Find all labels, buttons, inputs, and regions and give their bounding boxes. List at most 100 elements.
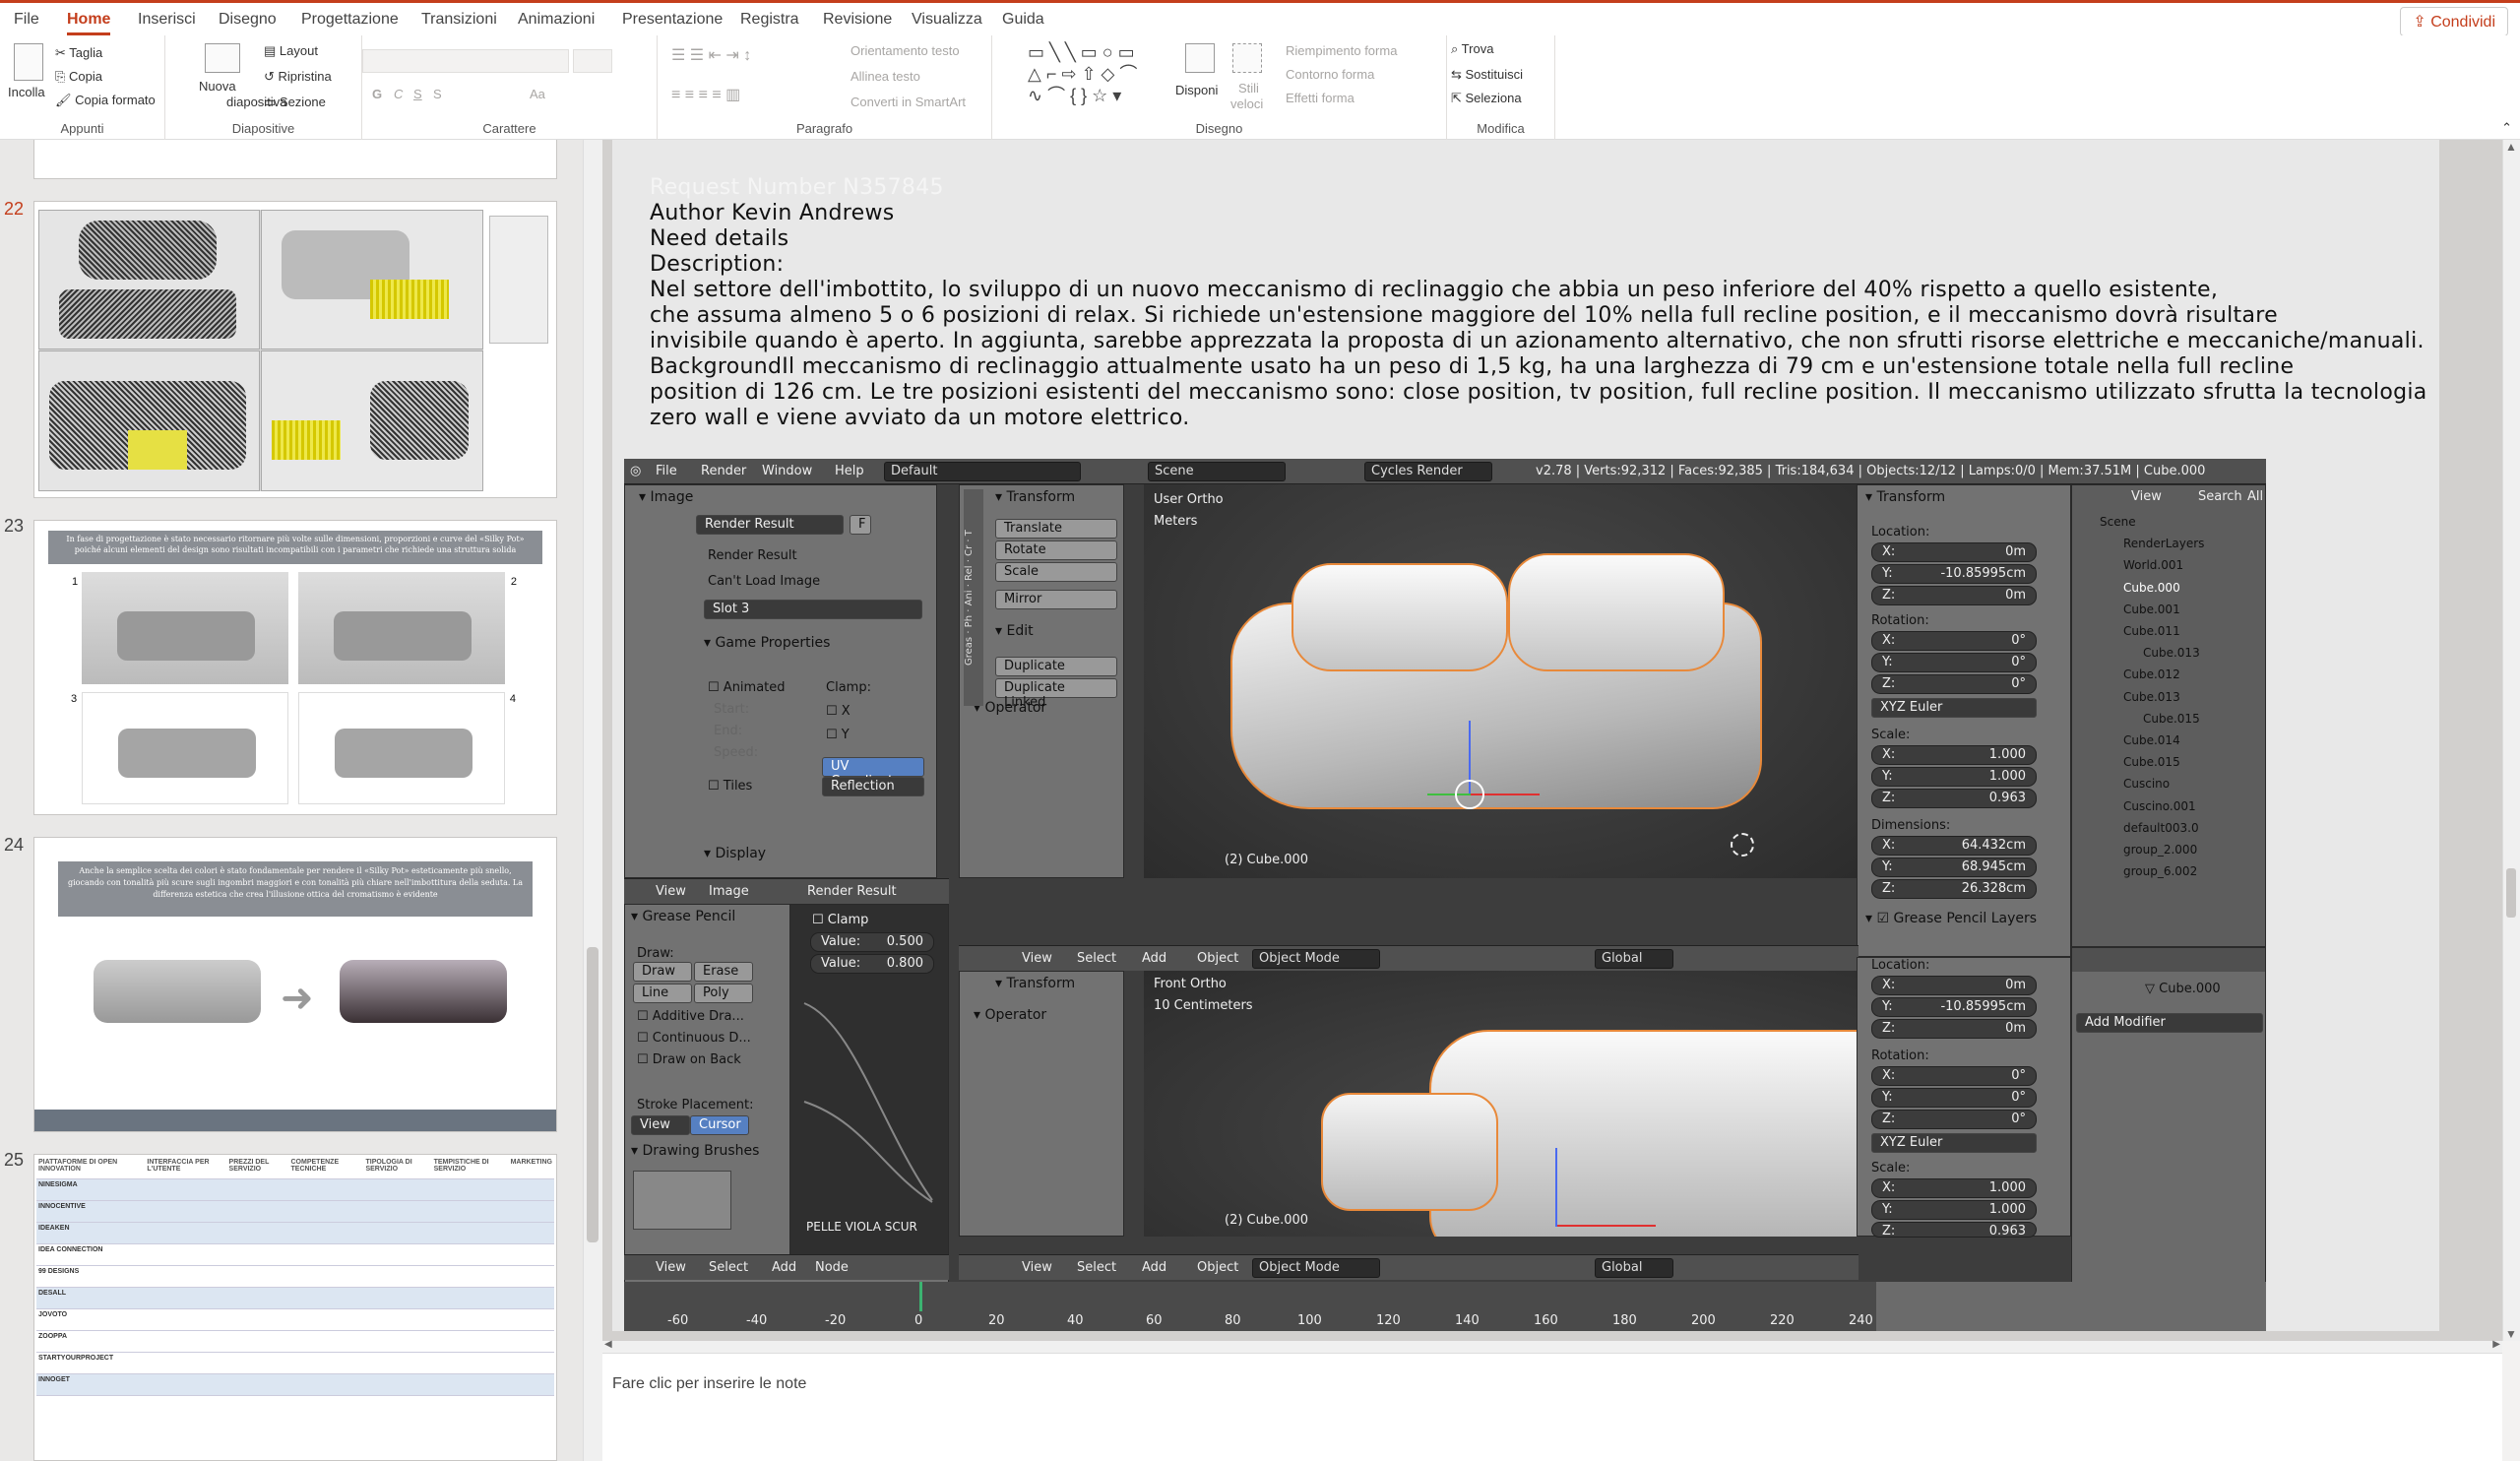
font-size-box[interactable] xyxy=(573,49,612,73)
shape-fill-button[interactable]: Riempimento forma xyxy=(1286,43,1397,58)
slide-thumbnail-25[interactable]: PIATTAFORME DI OPEN INNOVATION INTERFACC… xyxy=(33,1154,557,1461)
new-slide-button[interactable]: Nuova xyxy=(199,79,236,94)
blender-axis-x: X: xyxy=(1882,978,1896,992)
description-line[interactable]: invisibile quando è aperto. In aggiunta,… xyxy=(650,329,2425,353)
thumbnail-scrollbar[interactable] xyxy=(583,140,602,1461)
blender-scale-y-2: Y: 1.000 xyxy=(1871,1200,2037,1220)
blender-end-label: End: xyxy=(714,724,743,738)
scroll-up-icon[interactable]: ▲ xyxy=(2505,140,2517,154)
slide-thumbnail-23[interactable]: In fase di progettazione è stato necessa… xyxy=(33,520,557,815)
background-line[interactable]: position di 126 cm. Le tre posizioni esi… xyxy=(650,380,2427,405)
replace-button[interactable]: ⇆ Sostituisci xyxy=(1451,67,1523,83)
layout-button[interactable]: ▤ Layout xyxy=(264,43,318,59)
share-button[interactable]: ⇪ Condividi xyxy=(2400,7,2508,36)
scroll-down-icon[interactable]: ▼ xyxy=(2505,1327,2517,1341)
collapse-ribbon-icon[interactable]: ⌃ xyxy=(2501,120,2512,136)
blender-axis-x: X: xyxy=(1882,633,1896,648)
notes-placeholder[interactable]: Fare clic per inserire le note xyxy=(612,1375,806,1393)
request-number-text[interactable]: Request Number N357845 xyxy=(650,175,944,200)
blender-engine-field: Cycles Render xyxy=(1364,462,1492,481)
slide-thumbnail-22[interactable] xyxy=(33,201,557,498)
paste-button[interactable]: Incolla xyxy=(8,85,45,99)
blender-gp-continuous: ☐ Continuous D... xyxy=(637,1031,751,1046)
tab-home[interactable]: Home xyxy=(67,11,111,35)
tab-file[interactable]: File xyxy=(14,11,39,29)
need-details-text[interactable]: Need details xyxy=(650,226,788,251)
blender-tool-tab-rel: Rel xyxy=(964,565,975,581)
tab-review[interactable]: Revisione xyxy=(823,11,892,29)
reset-button[interactable]: ↺ Ripristina xyxy=(264,69,332,85)
blender-operator-text-2: Operator xyxy=(984,1007,1047,1023)
sofa-arm-shape xyxy=(1321,1093,1498,1211)
shape-outline-button[interactable]: Contorno forma xyxy=(1286,67,1374,82)
slide-thumbnail-21[interactable] xyxy=(33,140,557,179)
timeline-tick: -20 xyxy=(825,1313,847,1328)
find-button[interactable]: ⌕ Trova xyxy=(1451,41,1493,57)
description-line[interactable]: che assuma almeno 5 o 6 posizioni di rel… xyxy=(650,303,2278,328)
scrollbar-thumb[interactable] xyxy=(2506,868,2516,918)
arrange-button[interactable]: Disponi xyxy=(1175,83,1218,97)
cut-button[interactable]: ✂ Taglia xyxy=(55,45,102,61)
background-line[interactable]: BackgroundIl meccanismo di reclinaggio a… xyxy=(650,354,2294,379)
quick-styles-icon[interactable] xyxy=(1232,43,1262,73)
quick-styles-button-2[interactable]: veloci xyxy=(1230,96,1263,111)
slide-thumbnail-24[interactable]: Anche la semplice scelta dei colori è st… xyxy=(33,837,557,1132)
blender-outliner-tree: Scene RenderLayers World.001 Cube.000 Cu… xyxy=(2072,511,2265,882)
text-direction-button[interactable]: Orientamento testo xyxy=(850,43,960,58)
blender-loc-y-value: -10.85995cm xyxy=(1940,566,2026,581)
shapes-gallery[interactable]: ▭ ╲ ╲ ▭ ○ ▭ △ ⌐ ⇨ ⇧ ◇ ⌒ ∿ ⌒ { } ☆ ▾ xyxy=(1028,41,1166,110)
tab-record[interactable]: Registra xyxy=(740,11,799,29)
blender-screenshot-image[interactable]: ◎ File Render Window Help Default Scene … xyxy=(624,459,2266,1331)
paste-icon[interactable] xyxy=(14,43,43,81)
italic-button[interactable]: C xyxy=(394,87,403,101)
thumb-23-label-3: 3 xyxy=(71,693,78,705)
thumb-22-view-1 xyxy=(38,210,260,349)
smartart-button[interactable]: Converti in SmartArt xyxy=(850,95,966,109)
timeline-tick: -40 xyxy=(746,1313,768,1328)
tab-animations[interactable]: Animazioni xyxy=(518,11,595,29)
underline-button[interactable]: S xyxy=(413,87,422,101)
tab-draw[interactable]: Disegno xyxy=(219,11,277,29)
format-painter-button[interactable]: 🖌 Copia formato xyxy=(55,93,156,108)
blender-gp-stroke-label: Stroke Placement: xyxy=(637,1098,754,1112)
slide-vertical-scrollbar[interactable]: ▲ ▼ xyxy=(2502,140,2520,1341)
notes-pane[interactable]: Fare clic per inserire le note xyxy=(602,1353,2502,1461)
wire-sofa-shape xyxy=(79,221,217,280)
slide-canvas[interactable]: Request Number N357845 Author Kevin Andr… xyxy=(612,140,2439,1331)
blender-axis-x: X: xyxy=(1882,838,1896,853)
arrange-icon[interactable] xyxy=(1185,43,1215,73)
tab-transitions[interactable]: Transizioni xyxy=(421,11,497,29)
shadow-button[interactable]: S xyxy=(433,87,442,101)
copy-button[interactable]: ⎘ Copia xyxy=(55,69,102,85)
select-button[interactable]: ⇱ Seleziona xyxy=(1451,91,1522,106)
tab-design[interactable]: Progettazione xyxy=(301,11,399,29)
outliner-item: Scene xyxy=(2072,511,2265,533)
slide-horizontal-scrollbar[interactable]: ◀ ▶ xyxy=(602,1339,2502,1353)
new-slide-icon[interactable] xyxy=(205,43,240,73)
description-heading[interactable]: Description: xyxy=(650,252,784,277)
background-line[interactable]: zero wall e viene avviato da un motore e… xyxy=(650,406,1190,430)
change-case-button[interactable]: Aa xyxy=(530,87,545,101)
timeline-tick: 60 xyxy=(1146,1313,1163,1328)
bullets-icon[interactable]: ☰ ☰ ⇤ ⇥ ↕ xyxy=(671,45,751,65)
blender-tiles-label: Tiles xyxy=(723,779,753,794)
layout-icon: ▤ xyxy=(264,43,280,58)
scroll-right-icon[interactable]: ▶ xyxy=(2492,1339,2500,1350)
section-button[interactable]: ▭ Sezione xyxy=(264,95,326,110)
tab-view[interactable]: Visualizza xyxy=(912,11,982,29)
align-text-button[interactable]: Allinea testo xyxy=(850,69,920,84)
align-icons[interactable]: ≡ ≡ ≡ ≡ ▥ xyxy=(671,85,740,104)
tab-slideshow[interactable]: Presentazione xyxy=(622,11,723,29)
font-name-box[interactable] xyxy=(362,49,569,73)
editing-group: ⌕ Trova ⇆ Sostituisci ⇱ Seleziona Modifi… xyxy=(1447,35,1555,140)
quick-styles-button[interactable]: Stili xyxy=(1238,81,1259,95)
tab-insert[interactable]: Inserisci xyxy=(138,11,196,29)
description-line[interactable]: Nel settore dell'imbottito, lo sviluppo … xyxy=(650,278,2218,302)
tab-help[interactable]: Guida xyxy=(1002,11,1044,29)
bold-button[interactable]: G xyxy=(372,87,382,101)
scrollbar-thumb[interactable] xyxy=(587,947,598,1242)
blender-dimensions-label: Dimensions: xyxy=(1871,818,1951,833)
author-text[interactable]: Author Kevin Andrews xyxy=(650,201,895,225)
scroll-left-icon[interactable]: ◀ xyxy=(604,1339,612,1350)
shape-effects-button[interactable]: Effetti forma xyxy=(1286,91,1354,105)
